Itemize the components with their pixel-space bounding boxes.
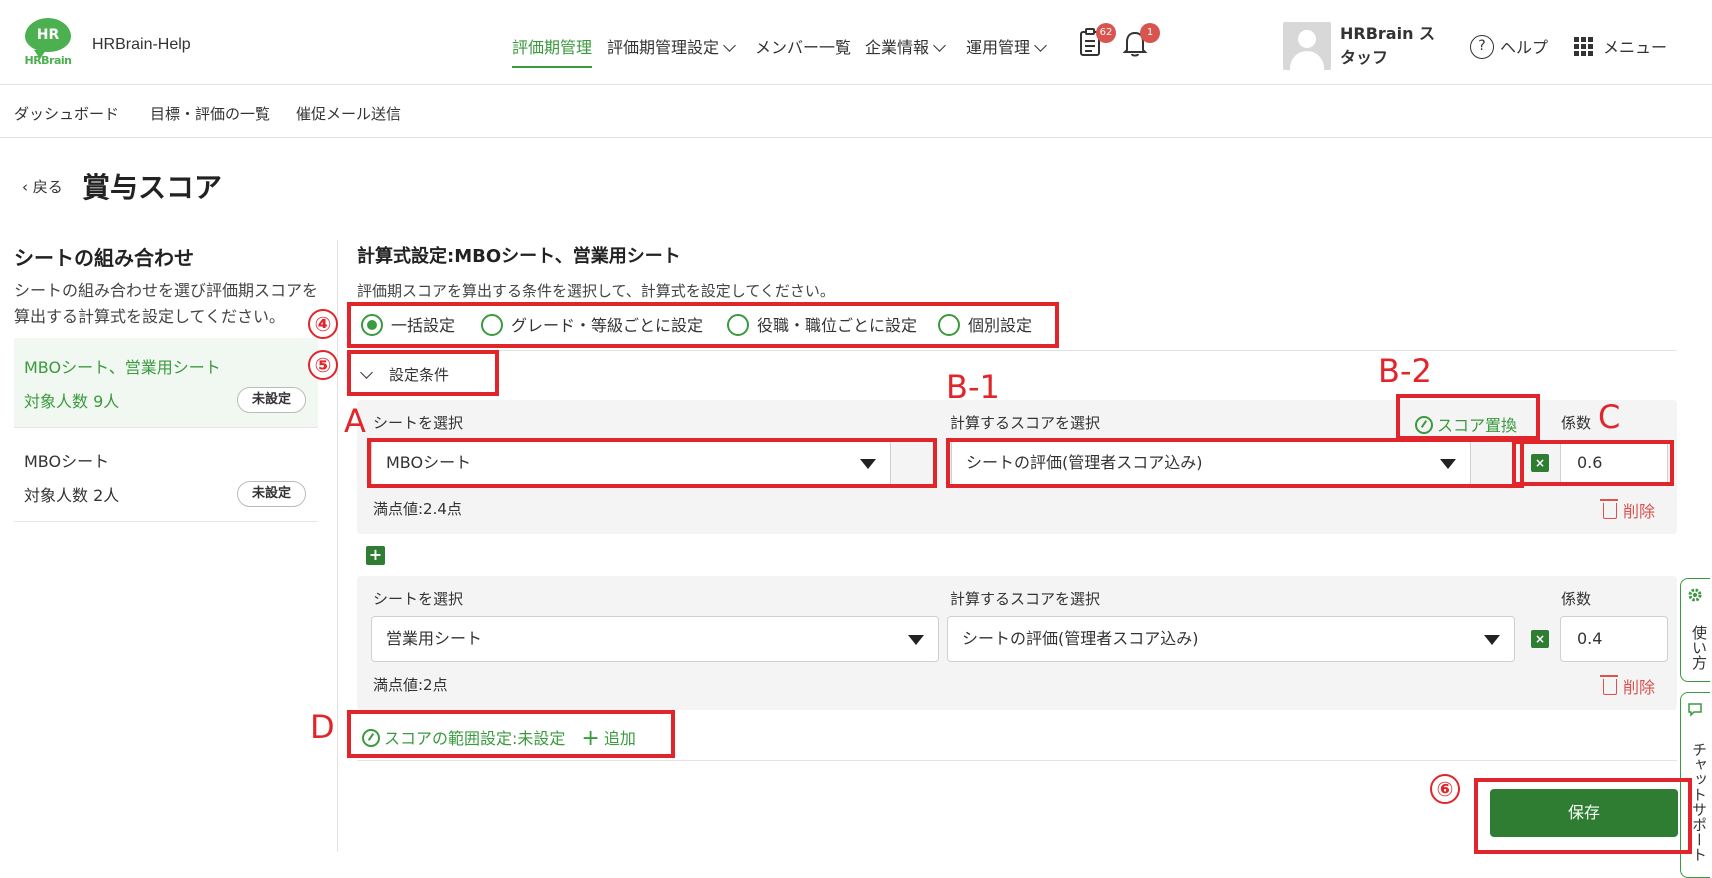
brand-name: HRBrain-Help xyxy=(92,36,191,53)
nav-label: 企業情報 xyxy=(865,38,930,57)
avatar-head xyxy=(1298,30,1316,48)
help-icon: ? xyxy=(1470,34,1494,59)
app-header: HR HRBrain HRBrain-Help 評価期管理 評価期管理設定 メン… xyxy=(0,0,1712,85)
score-label: 計算するスコアを選択 xyxy=(950,590,1101,608)
annotation-label-b1: B-1 xyxy=(946,368,1000,406)
delete-button[interactable]: 削除 xyxy=(1600,674,1656,698)
chevron-left-icon: ‹ xyxy=(22,178,33,196)
annotation-box-a xyxy=(367,438,937,488)
howto-label: 使い方 xyxy=(1690,624,1708,670)
coef-input[interactable]: 0.4 xyxy=(1560,616,1668,662)
annotation-box-b2 xyxy=(1396,394,1540,440)
avatar-body xyxy=(1290,51,1324,70)
score-value: シートの評価(管理者スコア込み) xyxy=(962,629,1199,648)
hrbrain-logo[interactable]: HR HRBrain xyxy=(22,18,74,68)
subnav-goal-list[interactable]: 目標・評価の一覧 xyxy=(150,103,270,124)
status-badge: 未設定 xyxy=(236,387,306,413)
help-link[interactable]: ? ヘルプ xyxy=(1470,34,1548,61)
notification-badge: 1 xyxy=(1140,23,1160,43)
nav-hyoukaki-kanri[interactable]: 評価期管理 xyxy=(512,34,593,68)
notification-button[interactable]: 1 xyxy=(1122,23,1160,60)
max-score: 満点値:2.4点 xyxy=(373,500,462,518)
divider xyxy=(357,760,1677,761)
chevron-down-icon xyxy=(933,39,946,52)
subnav-reminder[interactable]: 催促メール送信 xyxy=(296,103,401,124)
annotation-label-c: C xyxy=(1598,398,1621,436)
panel-divider xyxy=(337,240,338,852)
coef-label: 係数 xyxy=(1561,590,1592,608)
add-row-button[interactable]: + xyxy=(366,546,385,565)
delete-button[interactable]: 削除 xyxy=(1600,498,1656,522)
chat-label: チャットサポート xyxy=(1690,742,1708,862)
logo-bubble: HR xyxy=(25,18,71,59)
combo-item-mbo-sales[interactable]: MBOシート、営業用シート 対象人数 9人 未設定 xyxy=(14,338,318,428)
sub-nav: ダッシュボード 目標・評価の一覧 催促メール送信 xyxy=(0,86,1712,138)
coef-label: 係数 xyxy=(1561,414,1592,432)
nav-label: 評価期管理設定 xyxy=(607,38,720,57)
formula-row: シートを選択 営業用シート 計算するスコアを選択 シートの評価(管理者スコア込み… xyxy=(357,576,1677,710)
avatar[interactable] xyxy=(1283,22,1331,70)
annotation-label-a: A xyxy=(344,402,366,440)
formula-title: 計算式設定:MBOシート、営業用シート xyxy=(357,246,681,267)
delete-label: 削除 xyxy=(1623,678,1656,697)
max-score: 満点値:2点 xyxy=(373,676,448,694)
sheet-select[interactable]: 営業用シート xyxy=(371,616,939,662)
score-label: 計算するスコアを選択 xyxy=(950,414,1101,432)
formula-desc: 評価期スコアを算出する条件を選択して、計算式を設定してください。 xyxy=(357,282,835,300)
nav-hyoukaki-settings[interactable]: 評価期管理設定 xyxy=(607,34,736,58)
user-name[interactable]: HRBrain スタッフ xyxy=(1340,22,1445,70)
annotation-number-6: ⑥ xyxy=(1430,774,1460,804)
annotation-box-6 xyxy=(1474,778,1692,854)
menu-button[interactable]: メニュー xyxy=(1574,34,1667,58)
nav-member-list[interactable]: メンバー一覧 xyxy=(755,34,851,58)
sheet-label: シートを選択 xyxy=(373,414,464,432)
annotation-box-c xyxy=(1512,440,1674,486)
delete-label: 削除 xyxy=(1623,502,1656,521)
chat-icon xyxy=(1688,703,1702,717)
dropdown-arrow-icon xyxy=(908,635,924,645)
annotation-box-d xyxy=(347,710,675,758)
task-badge: 62 xyxy=(1096,23,1116,43)
nav-label: 運用管理 xyxy=(966,38,1031,57)
menu-label: メニュー xyxy=(1603,38,1668,57)
combo-item-mbo[interactable]: MBOシート 対象人数 2人 未設定 xyxy=(14,432,318,522)
annotation-box-b1 xyxy=(946,438,1524,488)
trash-icon xyxy=(1600,674,1618,695)
score-select[interactable]: シートの評価(管理者スコア込み) xyxy=(947,616,1515,662)
annotation-box-5 xyxy=(347,350,499,396)
divider xyxy=(357,350,1677,351)
annotation-number-5: ⑤ xyxy=(308,350,338,380)
task-button[interactable]: 62 xyxy=(1078,23,1116,60)
combo-count: 対象人数 2人 xyxy=(24,486,120,505)
chevron-down-icon xyxy=(1034,39,1047,52)
help-label: ヘルプ xyxy=(1500,38,1549,57)
multiply-icon: × xyxy=(1531,630,1549,648)
logo-text: HRBrain xyxy=(24,54,72,67)
trash-icon xyxy=(1600,498,1618,519)
back-label: 戻る xyxy=(32,178,63,196)
status-badge: 未設定 xyxy=(236,481,306,507)
grid-icon xyxy=(1574,37,1593,56)
combo-section-title: シートの組み合わせ xyxy=(14,246,194,270)
subnav-dashboard[interactable]: ダッシュボード xyxy=(14,103,119,124)
combo-section-desc: シートの組み合わせを選び評価期スコアを算出する計算式を設定してください。 xyxy=(14,281,319,326)
combo-name: MBOシート、営業用シート xyxy=(24,358,221,377)
annotation-label-b2: B-2 xyxy=(1378,352,1432,390)
chevron-down-icon xyxy=(723,39,736,52)
nav-company-info[interactable]: 企業情報 xyxy=(865,34,946,58)
nav-operations[interactable]: 運用管理 xyxy=(966,34,1047,58)
sheet-label: シートを選択 xyxy=(373,590,464,608)
sheet-value: 営業用シート xyxy=(386,629,483,648)
page-title: 賞与スコア xyxy=(82,171,223,204)
howto-tab[interactable]: 使い方 xyxy=(1680,578,1710,682)
combo-count: 対象人数 9人 xyxy=(24,392,120,411)
dropdown-arrow-icon xyxy=(1484,635,1500,645)
gear-icon xyxy=(1688,588,1702,602)
annotation-number-4: ④ xyxy=(308,309,338,339)
annotation-label-d: D xyxy=(310,708,335,746)
annotation-box-4 xyxy=(347,302,1059,348)
back-link[interactable]: ‹ 戻る xyxy=(22,176,63,197)
combo-name: MBOシート xyxy=(24,452,110,471)
